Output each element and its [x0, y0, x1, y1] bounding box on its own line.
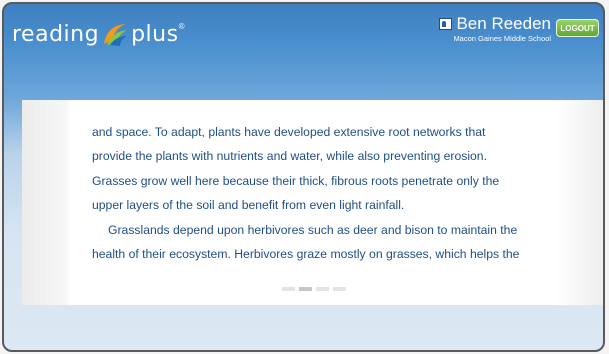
logout-button[interactable]: LOGOUT: [556, 19, 599, 37]
app-frame: reading plus ® Ben Reeden Macon Gaines M…: [2, 2, 605, 352]
logo-swoosh-icon: [104, 24, 128, 46]
reading-panel: and space. To adapt, plants have develop…: [22, 100, 603, 305]
page-dot-4[interactable]: [333, 287, 346, 291]
reading-line: health of their ecosystem. Herbivores gr…: [92, 247, 520, 262]
logo-word-plus: plus: [131, 21, 179, 47]
page-dot-1[interactable]: [282, 287, 295, 291]
reading-text: and space. To adapt, plants have develop…: [92, 120, 562, 266]
reading-plus-logo: reading plus ®: [12, 19, 185, 49]
reading-line: Grasses grow well here because their thi…: [92, 173, 500, 188]
page-indicator: [282, 287, 346, 291]
reading-line: and space. To adapt, plants have develop…: [92, 125, 486, 139]
page-dot-2[interactable]: [299, 287, 312, 291]
user-info: Ben Reeden Macon Gaines Middle School: [439, 15, 551, 43]
logo-word-reading: reading: [12, 21, 100, 47]
reading-line: provide the plants with nutrients and wa…: [92, 149, 487, 164]
trademark-mark: ®: [178, 22, 185, 31]
user-name: Ben Reeden: [456, 14, 551, 33]
reading-line: upper layers of the soil and benefit fro…: [92, 198, 405, 213]
reading-line: Grasslands depend upon herbivores such a…: [108, 222, 518, 237]
page-dot-3[interactable]: [316, 287, 329, 291]
header: reading plus ® Ben Reeden Macon Gaines M…: [4, 4, 603, 64]
school-name: Macon Gaines Middle School: [453, 34, 551, 43]
user-profile-icon: [439, 18, 453, 30]
